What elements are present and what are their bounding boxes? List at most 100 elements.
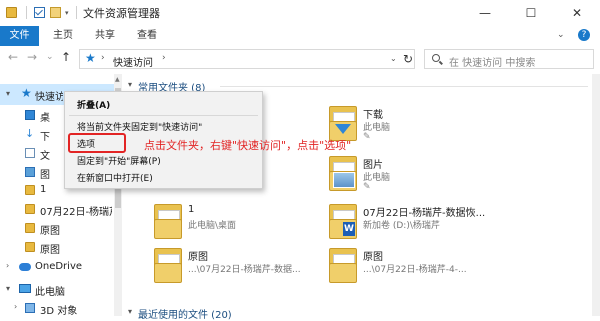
window-title: 文件资源管理器 [83,7,160,20]
minimize-button[interactable]: — [462,0,508,26]
picture-icon [25,167,35,177]
menu-label: 将当前文件夹固定到"快速访问" [77,123,203,133]
refresh-button[interactable]: ↻ [403,52,413,66]
sidebar-item-onedrive[interactable]: › OneDrive [0,257,122,278]
maximize-button[interactable]: ☐ [508,0,554,26]
address-bar[interactable]: ★ › 快速访问 › ⌄ ↻ [79,49,415,69]
folder-item-downloads[interactable]: 下载 此电脑 ✎ [327,104,507,156]
properties-check-icon[interactable] [34,7,45,18]
menu-item-open-new-window[interactable]: 在新窗口中打开(E) [65,168,262,186]
item-name: 原图 [363,252,383,263]
toolbar-divider [26,6,27,19]
folder-icon [154,204,182,239]
breadcrumb-chevron[interactable]: › [101,53,105,63]
sidebar-item-folder-original-2[interactable]: 原图 [0,237,122,258]
help-icon[interactable]: ? [578,29,590,41]
star-icon: ★ [21,86,32,100]
menu-label: 固定到"开始"屏幕(P) [77,157,161,167]
sidebar-label: 快速访问 [35,92,63,103]
folder-item-original-2[interactable]: 原图 ...\07月22日-杨瑞芹-4-... [327,246,507,288]
group-divider [220,86,588,87]
search-icon [432,54,440,62]
sidebar-label: 3D 对象 [40,306,78,317]
tab-share[interactable]: 共享 [88,26,122,46]
item-name: 07月22日-杨瑞芹-数据恢... [363,208,486,219]
folder-icon [154,248,182,283]
folder-item-pictures[interactable]: 图片 此电脑 ✎ [327,154,507,206]
item-location: 新加卷 (D:)\杨瑞芹 [363,221,440,231]
sidebar-label: 图 [40,170,50,181]
recent-files-header[interactable]: 最近使用的文件 (20) [138,306,232,321]
item-location: 此电脑\桌面 [188,221,237,231]
sidebar-label: 原图 [40,245,60,256]
navigation-bar: ← → ⌄ ↑ ★ › 快速访问 › ⌄ ↻ 在 快速访问 中搜索 [0,46,600,72]
folder-item-0722[interactable]: W 07月22日-杨瑞芹-数据恢... 新加卷 (D:)\杨瑞芹 [327,202,507,244]
back-button[interactable]: ← [8,50,18,64]
instruction-annotation: 点击文件夹，右键"快速访问"，点击"选项" [144,139,352,152]
address-dropdown-icon[interactable]: ⌄ [390,54,397,63]
computer-icon [19,284,31,293]
quick-access-star-icon: ★ [85,51,96,65]
sidebar-label: 1 [40,184,47,195]
ribbon-expand-icon[interactable]: ⌄ [557,30,565,40]
folder-icon [25,185,35,195]
chevron-right-icon[interactable]: › [14,302,17,311]
sidebar-item-this-pc[interactable]: ▾ 此电脑 [0,279,122,300]
chevron-right-icon[interactable]: › [6,261,9,270]
close-button[interactable]: ✕ [554,0,600,26]
folder-icon [25,223,35,233]
folder-icon [329,106,357,141]
folder-item-1[interactable]: 1 此电脑\桌面 [152,202,322,244]
item-name: 下载 [363,110,383,121]
tab-file[interactable]: 文件 [0,26,39,46]
download-arrow-icon [335,124,351,134]
breadcrumb-quick-access[interactable]: 快速访问 [113,54,153,69]
sidebar-item-folder-original[interactable]: 原图 [0,218,122,239]
sidebar-label: 07月22日-杨瑞芹 [40,207,112,218]
content-scrollbar[interactable] [592,74,600,316]
sidebar-label: 文 [40,151,50,162]
tab-home[interactable]: 主页 [46,26,80,46]
item-location: ...\07月22日-杨瑞芹-数据... [188,265,301,275]
recent-locations-dropdown[interactable]: ⌄ [46,52,54,62]
menu-label: 折叠(A) [77,101,111,111]
pin-icon: ✎ [363,132,371,142]
menu-separator [69,115,258,116]
document-icon [25,148,35,158]
forward-button[interactable]: → [27,50,37,64]
sidebar-label: 此电脑 [35,287,65,298]
chevron-down-icon[interactable]: ▾ [6,284,10,293]
cube-icon [25,303,35,313]
options-highlight-box [68,133,126,153]
folder-icon [25,242,35,252]
toolbar-divider [76,6,77,19]
search-box[interactable]: 在 快速访问 中搜索 [424,49,594,69]
item-name: 图片 [363,160,383,171]
folder-item-original[interactable]: 原图 ...\07月22日-杨瑞芹-数据... [152,246,322,288]
folder-icon [329,248,357,283]
breadcrumb-chevron[interactable]: › [162,53,166,63]
menu-item-pin-start[interactable]: 固定到"开始"屏幕(P) [65,151,262,169]
menu-item-collapse[interactable]: 折叠(A) [65,95,262,113]
download-icon: ↓ [25,127,35,140]
chevron-down-icon[interactable]: ▾ [128,80,132,89]
sidebar-item-folder-0722[interactable]: 07月22日-杨瑞芹 [0,199,122,220]
up-button[interactable]: ↑ [61,50,71,64]
chevron-down-icon[interactable]: ▾ [6,89,10,98]
menu-label: 在新窗口中打开(E) [77,174,153,184]
folder-icon [25,204,35,214]
sidebar-label: 桌 [40,113,50,124]
search-placeholder[interactable]: 在 快速访问 中搜索 [449,54,535,69]
chevron-down-icon[interactable]: ▾ [128,307,132,316]
item-name: 1 [188,204,195,215]
folder-app-icon [6,7,17,18]
scroll-up-icon[interactable]: ▲ [115,76,120,83]
onedrive-cloud-icon [19,263,31,271]
title-bar: ▾ 文件资源管理器 — ☐ ✕ [0,0,600,26]
word-document-icon: W [343,222,355,236]
new-folder-icon[interactable] [50,7,61,18]
customize-toolbar-dropdown[interactable]: ▾ [65,9,69,17]
item-name: 原图 [188,252,208,263]
sidebar-label: 原图 [40,226,60,237]
tab-view[interactable]: 查看 [130,26,164,46]
